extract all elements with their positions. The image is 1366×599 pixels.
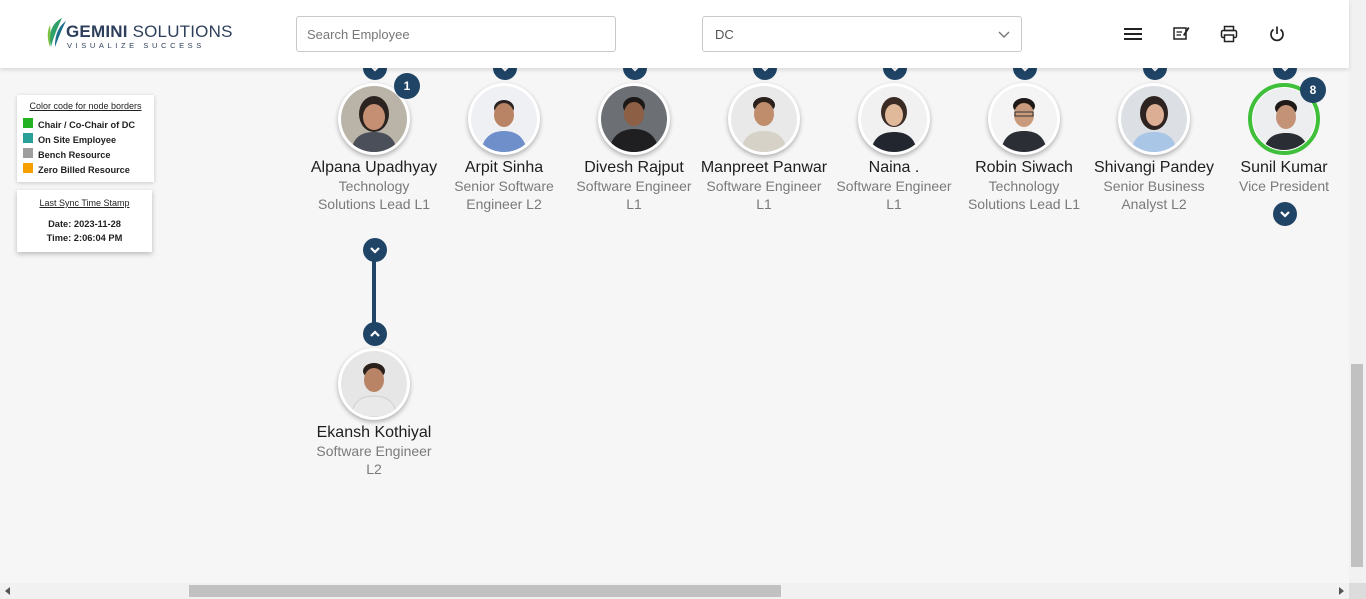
vertical-scrollbar-thumb[interactable] — [1351, 364, 1363, 567]
avatar-photo-icon — [861, 86, 927, 152]
legend-swatch — [23, 147, 33, 158]
employee-role: Technology Solutions Lead L1 — [317, 178, 431, 212]
logo-name: GEMINI SOLUTIONS — [66, 22, 233, 41]
employee-name: Manpreet Panwar — [700, 159, 828, 176]
legend-label: Chair / Co-Chair of DC — [38, 119, 135, 130]
employee-node[interactable]: 1 Alpana Upadhyay Technology Solutions L… — [309, 73, 439, 213]
employee-role: Software Engineer L1 — [706, 178, 822, 212]
avatar[interactable]: 8 — [1248, 77, 1326, 155]
avatar[interactable] — [598, 83, 670, 155]
scrollbar-corner — [1349, 583, 1366, 599]
legend-item: Chair / Co-Chair of DC — [23, 117, 148, 132]
employee-name: Arpit Sinha — [464, 159, 544, 176]
employee-node[interactable]: Shivangi Pandey Senior Business Analyst … — [1089, 83, 1219, 213]
employee-role: Software Engineer L1 — [836, 178, 952, 212]
sync-title: Last Sync Time Stamp — [39, 198, 130, 208]
legend-title: Color code for node borders — [29, 101, 142, 111]
avatar-photo-icon — [731, 86, 797, 152]
avatar-photo-icon — [471, 86, 537, 152]
legend-item: Bench Resource — [23, 147, 148, 162]
employee-name: Alpana Upadhyay — [310, 159, 438, 176]
horizontal-scrollbar-thumb[interactable] — [189, 585, 781, 597]
legend-swatch — [23, 132, 33, 143]
logo-tagline: VISUALIZE SUCCESS — [67, 41, 205, 50]
avatar[interactable] — [988, 83, 1060, 155]
employee-role: Software Engineer L1 — [576, 178, 692, 212]
employee-node[interactable]: Manpreet Panwar Software Engineer L1 — [699, 83, 829, 213]
leaf-logo-icon — [47, 18, 66, 47]
employee-role: Software Engineer L2 — [316, 443, 432, 477]
reportee-count-badge: 8 — [1300, 77, 1326, 103]
edit-note-icon[interactable] — [1169, 22, 1193, 46]
gemini-logo[interactable]: GEMINI SOLUTIONS VISUALIZE SUCCESS — [46, 17, 232, 51]
scroll-left-arrow-icon[interactable] — [4, 587, 12, 595]
avatar-photo-icon — [341, 351, 407, 417]
legend-label: Bench Resource — [38, 149, 111, 160]
legend-swatch — [23, 117, 33, 128]
collapse-chevron-up-icon[interactable] — [363, 322, 387, 346]
reportee-count-badge: 1 — [394, 73, 420, 99]
avatar-photo-icon — [601, 86, 667, 152]
menu-icon[interactable] — [1121, 22, 1145, 46]
sync-date: Date: 2023-11-28 — [48, 219, 121, 229]
tree-connector-line — [372, 259, 376, 325]
employee-node[interactable]: Ekansh Kothiyal Software Engineer L2 — [309, 348, 439, 478]
legend-item: Zero Billed Resource — [23, 162, 148, 177]
dc-select[interactable]: DC — [702, 16, 1022, 52]
sync-time: Time: 2:06:04 PM — [46, 233, 123, 243]
employee-node[interactable]: Robin Siwach Technology Solutions Lead L… — [959, 83, 1089, 213]
legend-label: Zero Billed Resource — [38, 164, 130, 175]
employee-name: Divesh Rajput — [584, 159, 684, 176]
power-icon[interactable] — [1265, 22, 1289, 46]
avatar[interactable] — [468, 83, 540, 155]
legend-swatch — [23, 162, 33, 173]
last-sync-panel: Last Sync Time Stamp Date: 2023-11-28 Ti… — [17, 190, 152, 252]
employee-name: Ekansh Kothiyal — [316, 424, 432, 441]
scroll-right-arrow-icon[interactable] — [1337, 587, 1345, 595]
printer-icon[interactable] — [1217, 22, 1241, 46]
employee-node[interactable]: Arpit Sinha Senior Software Engineer L2 — [439, 83, 569, 213]
employee-role: Technology Solutions Lead L1 — [967, 178, 1081, 212]
legend-item: On Site Employee — [23, 132, 148, 147]
employee-role: Senior Software Engineer L2 — [454, 178, 554, 212]
avatar-photo-icon — [1121, 86, 1187, 152]
avatar-photo-icon — [991, 86, 1057, 152]
search-employee-input[interactable] — [296, 16, 616, 52]
avatar[interactable] — [1118, 83, 1190, 155]
expand-chevron-down-icon[interactable] — [1273, 202, 1297, 226]
employee-role: Vice President — [1238, 178, 1329, 194]
chevron-down-icon — [998, 31, 1010, 38]
employee-name: Sunil Kumar — [1240, 159, 1328, 176]
employee-role: Senior Business Analyst L2 — [1103, 178, 1205, 212]
employee-name: Shivangi Pandey — [1093, 159, 1215, 176]
node-color-legend: Color code for node borders Chair / Co-C… — [17, 95, 154, 182]
employee-name: Naina . — [868, 159, 920, 176]
app-header: GEMINI SOLUTIONS VISUALIZE SUCCESS DC — [0, 0, 1349, 68]
employee-node[interactable]: Naina . Software Engineer L1 — [829, 83, 959, 213]
employee-node[interactable]: Divesh Rajput Software Engineer L1 — [569, 83, 699, 213]
avatar[interactable]: 1 — [338, 73, 420, 155]
dc-select-value: DC — [715, 27, 734, 42]
avatar-photo-icon — [341, 86, 407, 152]
legend-label: On Site Employee — [38, 134, 117, 145]
employee-name: Robin Siwach — [975, 159, 1073, 176]
avatar[interactable] — [858, 83, 930, 155]
avatar[interactable] — [728, 83, 800, 155]
employee-node[interactable]: 8 Sunil Kumar Vice President — [1219, 77, 1349, 195]
avatar[interactable] — [338, 348, 410, 420]
